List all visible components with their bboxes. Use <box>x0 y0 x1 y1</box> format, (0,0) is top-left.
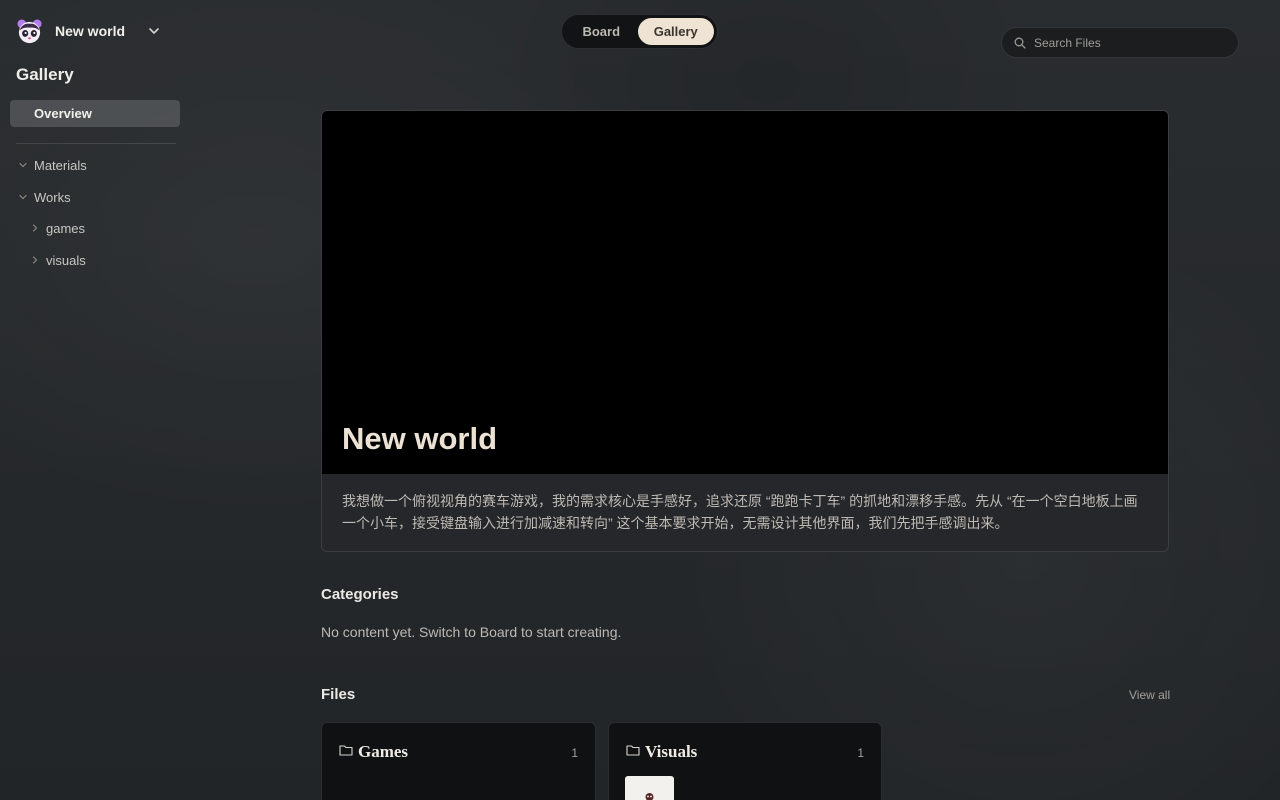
sidebar: New world Gallery Overview Materials Wor… <box>0 0 200 800</box>
character-thumbnail-icon <box>645 793 654 800</box>
file-count-badge: 1 <box>571 746 578 760</box>
file-card-title: Visuals <box>645 742 698 761</box>
search-box <box>1001 27 1239 58</box>
sidebar-item-label: games <box>46 220 86 236</box>
sidebar-item-works[interactable]: Works <box>18 188 71 206</box>
sidebar-item-label: Overview <box>34 106 92 121</box>
folder-icon <box>626 745 640 756</box>
hero-card[interactable]: New world 我想做一个俯视视角的赛车游戏，我的需求核心是手感好，追求还原… <box>321 110 1169 552</box>
panda-logo-icon <box>17 18 42 43</box>
page-title: New world <box>342 421 498 456</box>
search-icon <box>1014 37 1026 49</box>
hero-description: 我想做一个俯视视角的赛车游戏，我的需求核心是手感好，追求还原 “跑跑卡丁车” 的… <box>342 493 1138 531</box>
chevron-down-icon[interactable] <box>18 160 28 170</box>
workspace-switcher[interactable]: New world <box>16 18 161 44</box>
hero-cover <box>322 111 1168 474</box>
tab-board[interactable]: Board <box>565 18 638 45</box>
chevron-down-icon[interactable] <box>18 192 28 202</box>
files-title: Files <box>321 686 356 703</box>
file-card-visuals[interactable]: Visuals 1 <box>608 722 882 800</box>
file-card-games[interactable]: Games 1 <box>321 722 596 800</box>
tab-gallery[interactable]: Gallery <box>637 18 714 45</box>
file-thumbnail[interactable] <box>625 776 674 800</box>
view-toggle: Board Gallery <box>561 14 718 49</box>
sidebar-item-overview[interactable]: Overview <box>10 100 180 127</box>
categories-title: Categories <box>321 586 399 603</box>
folder-icon <box>339 745 353 756</box>
sidebar-title: Gallery <box>16 65 74 84</box>
sidebar-item-label: Works <box>34 189 71 205</box>
file-card-title: Games <box>358 742 409 761</box>
sidebar-item-label: visuals <box>46 252 86 268</box>
search-input[interactable] <box>1034 35 1224 50</box>
file-count-badge: 1 <box>857 746 864 760</box>
categories-empty-text: No content yet. Switch to Board to start… <box>321 624 622 640</box>
sidebar-item-games[interactable]: games <box>30 219 85 237</box>
sidebar-divider <box>16 143 176 144</box>
sidebar-item-label: Materials <box>34 157 87 173</box>
sidebar-item-materials[interactable]: Materials <box>18 156 87 174</box>
sidebar-item-visuals[interactable]: visuals <box>30 251 86 269</box>
chevron-right-icon[interactable] <box>30 255 40 265</box>
workspace-name: New world <box>55 23 126 39</box>
chevron-down-icon[interactable] <box>147 24 161 38</box>
view-all-link[interactable]: View all <box>1129 688 1170 702</box>
chevron-right-icon[interactable] <box>30 223 40 233</box>
